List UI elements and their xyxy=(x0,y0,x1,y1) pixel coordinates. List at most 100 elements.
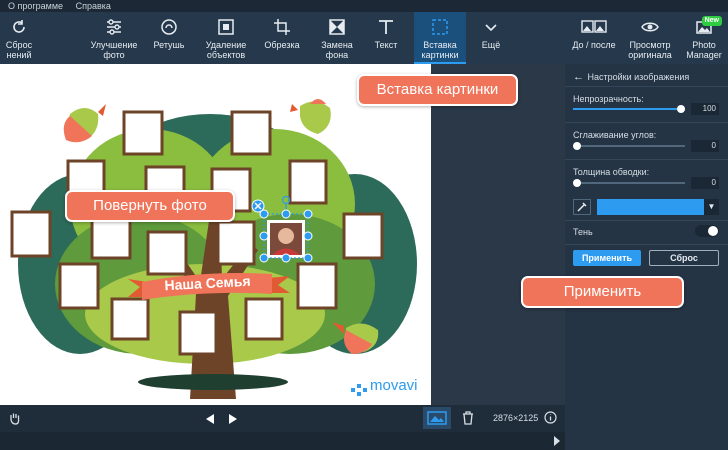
replace-bg-label-2: фона xyxy=(325,50,349,60)
border-width-slider[interactable] xyxy=(573,178,685,188)
insert-image-label-1: Вставка xyxy=(423,40,457,50)
reset-button[interactable]: Сброс xyxy=(649,250,719,266)
previous-image-icon[interactable] xyxy=(206,414,215,424)
color-dropdown-button[interactable]: ▼ xyxy=(704,199,719,215)
corner-smoothing-thumb[interactable] xyxy=(573,142,581,150)
corner-smoothing-value[interactable]: 0 xyxy=(691,140,719,152)
border-color-row: ▼ xyxy=(573,199,719,215)
remove-objects-icon xyxy=(218,19,234,35)
fit-view-button[interactable] xyxy=(423,407,451,429)
enhance-tool-button[interactable]: Улучшение фото xyxy=(86,12,142,64)
image-settings-panel: ← Настройки изображения Непрозрачность: … xyxy=(565,64,728,450)
more-tools-button[interactable]: Ещё xyxy=(474,12,508,64)
bottom-bar: 2876×2125 xyxy=(0,405,565,432)
replace-bg-label-1: Замена xyxy=(321,40,353,50)
shadow-toggle[interactable] xyxy=(695,225,719,237)
remove-objects-label-1: Удаление xyxy=(205,40,247,50)
opacity-label: Непрозрачность: xyxy=(573,94,644,104)
enhance-label-2: фото xyxy=(103,50,125,60)
replace-bg-tool-button[interactable]: Замена фона xyxy=(314,12,360,64)
canvas-area: Наша Семья movavi xyxy=(0,64,565,405)
opacity-thumb[interactable] xyxy=(677,105,685,113)
panel-collapse-icon[interactable] xyxy=(552,436,562,446)
hand-tool-icon[interactable] xyxy=(8,411,22,425)
callout-rotate-photo: Повернуть фото xyxy=(65,190,235,222)
remove-objects-tool-button[interactable]: Удаление объектов xyxy=(198,12,254,64)
callout-apply: Применить xyxy=(521,276,684,308)
photo-manager-label-2: Manager xyxy=(686,50,722,60)
eyedropper-button[interactable] xyxy=(573,199,591,215)
enhance-label-1: Улучшение xyxy=(90,40,138,50)
border-width-track xyxy=(573,182,685,184)
crop-icon xyxy=(274,19,290,35)
view-original-button[interactable]: Просмотр оригинала xyxy=(624,12,676,64)
panel-title: Настройки изображения xyxy=(587,72,690,82)
status-bar xyxy=(0,432,565,450)
menu-about[interactable]: О программе xyxy=(8,0,63,12)
menu-help[interactable]: Справка xyxy=(76,0,111,12)
retouch-tool-button[interactable]: Ретушь xyxy=(146,12,192,64)
callout-insert-image: Вставка картинки xyxy=(357,74,518,106)
next-image-icon[interactable] xyxy=(228,414,237,424)
apply-button[interactable]: Применить xyxy=(573,250,641,266)
info-icon[interactable] xyxy=(544,411,557,424)
panel-divider xyxy=(565,159,728,160)
border-color-swatch[interactable] xyxy=(597,199,704,215)
border-width-thumb[interactable] xyxy=(573,179,581,187)
border-width-value[interactable]: 0 xyxy=(691,177,719,189)
menu-bar: О программе Справка xyxy=(0,0,728,12)
panel-divider xyxy=(565,86,728,87)
retouch-icon xyxy=(161,19,177,35)
panel-header: ← Настройки изображения xyxy=(573,68,723,86)
more-label: Ещё xyxy=(481,40,501,50)
fit-image-icon xyxy=(427,411,447,425)
opacity-value[interactable]: 100 xyxy=(691,103,719,115)
photo-manager-button[interactable]: New Photo Manager xyxy=(680,12,728,64)
crop-tool-button[interactable]: Обрезка xyxy=(258,12,306,64)
text-icon xyxy=(379,20,393,34)
opacity-slider[interactable] xyxy=(573,104,685,114)
before-after-label: До / после xyxy=(572,40,616,50)
eye-icon xyxy=(641,22,659,32)
trash-icon[interactable] xyxy=(462,411,474,425)
shadow-toggle-knob xyxy=(708,226,718,236)
image-dimensions: 2876×2125 xyxy=(493,413,539,423)
insert-image-label-2: картинки xyxy=(421,50,459,60)
photo-editor-window: О программе Справка Сброс нений Улучшение… xyxy=(0,0,728,450)
border-width-label: Толщина обводки: xyxy=(573,167,650,177)
text-label: Текст xyxy=(374,40,398,50)
photo-manager-label-1: Photo xyxy=(692,40,716,50)
corner-smoothing-slider[interactable] xyxy=(573,141,685,151)
main-toolbar: Сброс нений Улучшение фото Ретушь Удаление… xyxy=(0,12,728,64)
back-arrow-icon[interactable]: ← xyxy=(573,68,585,86)
view-original-label-2: оригинала xyxy=(628,50,672,60)
crop-label: Обрезка xyxy=(264,40,300,50)
panel-divider xyxy=(565,244,728,245)
view-original-label-1: Просмотр xyxy=(629,40,671,50)
panel-divider xyxy=(565,220,728,221)
sliders-icon xyxy=(107,19,121,35)
opacity-fill xyxy=(573,108,685,110)
chevron-down-icon xyxy=(485,24,497,32)
new-badge: New xyxy=(701,16,722,26)
retouch-label: Ретушь xyxy=(153,40,185,50)
insert-image-icon xyxy=(432,19,448,35)
text-tool-button[interactable]: Текст xyxy=(364,12,408,64)
brand-logo-text: movavi xyxy=(370,377,418,394)
reset-label-2: нений xyxy=(6,50,32,60)
reset-tool-button[interactable]: Сброс нений xyxy=(0,12,38,64)
shadow-label: Тень xyxy=(573,227,593,237)
remove-objects-label-2: объектов xyxy=(206,50,246,60)
panel-divider xyxy=(565,122,728,123)
reset-icon xyxy=(13,20,25,33)
family-tree-image[interactable]: Наша Семья movavi xyxy=(0,64,431,405)
corner-smoothing-track xyxy=(573,145,685,147)
corner-smoothing-label: Сглаживание углов: xyxy=(573,130,657,140)
before-after-icon xyxy=(581,20,607,33)
family-tree-artwork xyxy=(10,99,417,399)
reset-label-1: Сброс xyxy=(5,40,33,50)
replace-background-icon xyxy=(329,19,345,35)
before-after-button[interactable]: До / после xyxy=(568,12,620,64)
insert-image-tool-button[interactable]: Вставка картинки xyxy=(414,12,466,64)
eyedropper-icon xyxy=(577,202,587,212)
